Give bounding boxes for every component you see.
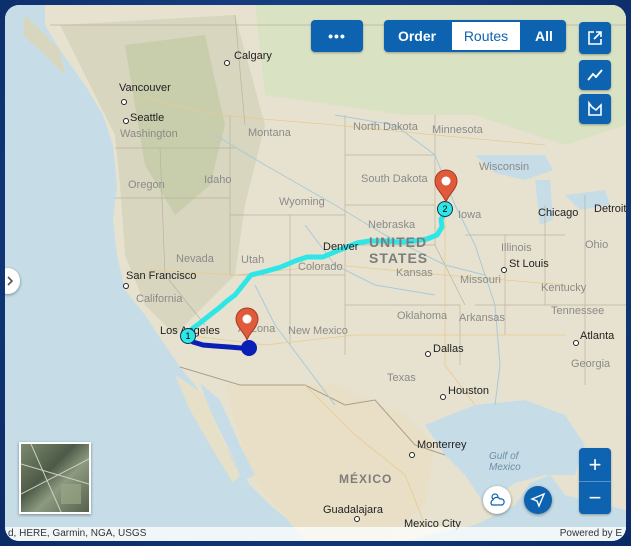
region-label: Georgia bbox=[571, 358, 611, 370]
city-dot bbox=[501, 267, 507, 273]
city-label: Houston bbox=[448, 385, 489, 397]
region-label: Wisconsin bbox=[479, 161, 530, 173]
area-chart-button[interactable] bbox=[579, 94, 611, 124]
city-label: Chicago bbox=[538, 207, 579, 219]
attribution-text: d, HERE, Garmin, NGA, USGS bbox=[8, 528, 147, 539]
zoom-control: + − bbox=[579, 448, 611, 514]
region-label: South Dakota bbox=[361, 173, 428, 185]
city-dot bbox=[224, 60, 230, 66]
region-label: Utah bbox=[241, 254, 265, 266]
region-label: Illinois bbox=[501, 242, 532, 254]
region-label: Montana bbox=[248, 127, 291, 139]
region-label: Missouri bbox=[460, 274, 501, 286]
more-options-button[interactable]: ••• bbox=[311, 20, 363, 52]
region-label: Tennessee bbox=[551, 305, 605, 317]
tab-all[interactable]: All bbox=[522, 20, 566, 52]
country-label-line: UNITED bbox=[369, 234, 428, 250]
weather-button[interactable] bbox=[483, 486, 511, 514]
city-dot bbox=[573, 340, 579, 346]
zoom-in-button[interactable]: + bbox=[579, 449, 611, 482]
cloud-sun-icon bbox=[490, 493, 505, 506]
region-label: Wyoming bbox=[279, 196, 325, 208]
city-dot bbox=[121, 99, 127, 105]
chevron-right-icon bbox=[7, 276, 14, 286]
tab-routes[interactable]: Routes bbox=[450, 20, 522, 52]
region-label: Iowa bbox=[458, 209, 482, 221]
trend-chart-button[interactable] bbox=[579, 60, 611, 90]
city-label: San Francisco bbox=[126, 270, 197, 282]
region-label: Nevada bbox=[176, 253, 214, 265]
region-label: California bbox=[136, 293, 183, 305]
region-label: Washington bbox=[120, 128, 178, 140]
stop-marker[interactable]: 1 bbox=[180, 328, 196, 344]
city-dot bbox=[123, 283, 129, 289]
city-dot bbox=[409, 452, 415, 458]
city-dot bbox=[440, 394, 446, 400]
navigation-arrow-icon bbox=[530, 492, 546, 508]
region-label: Idaho bbox=[204, 174, 232, 186]
basemap bbox=[5, 5, 626, 541]
city-label: Atlanta bbox=[580, 330, 615, 342]
water-label-line: Mexico bbox=[489, 462, 521, 473]
view-segmented-control: Order Routes All bbox=[384, 20, 566, 52]
external-link-icon bbox=[588, 31, 602, 45]
city-label: Detroit bbox=[594, 203, 626, 215]
pin-icon[interactable] bbox=[433, 169, 459, 203]
window-frame: Calgary Vancouver Seattle San Francisco … bbox=[0, 0, 631, 546]
city-label: St Louis bbox=[509, 258, 549, 270]
country-label-mexico: MÉXICO bbox=[339, 472, 393, 486]
tab-order[interactable]: Order bbox=[384, 20, 450, 52]
region-label: Arkansas bbox=[459, 312, 505, 324]
city-label: Dallas bbox=[433, 343, 464, 355]
water-label-line: Gulf of bbox=[489, 451, 519, 462]
region-label: Ohio bbox=[585, 239, 609, 251]
region-label: North Dakota bbox=[353, 121, 418, 133]
locate-button[interactable] bbox=[524, 486, 552, 514]
city-label: Vancouver bbox=[119, 82, 171, 94]
map-view[interactable]: Calgary Vancouver Seattle San Francisco … bbox=[5, 5, 626, 541]
city-dot bbox=[354, 516, 360, 522]
basemap-thumbnail[interactable] bbox=[19, 442, 91, 514]
powered-by-text[interactable]: Powered by E bbox=[560, 528, 622, 539]
stop-marker[interactable]: 2 bbox=[437, 201, 453, 217]
city-label: Denver bbox=[323, 241, 359, 253]
trend-line-icon bbox=[587, 69, 603, 81]
panel-toggle-handle[interactable] bbox=[5, 268, 20, 294]
country-label: UNITED STATES bbox=[369, 234, 428, 266]
region-label: Kentucky bbox=[541, 282, 587, 294]
pin-icon[interactable] bbox=[234, 307, 260, 341]
satellite-thumbnail bbox=[20, 443, 90, 513]
region-label: New Mexico bbox=[288, 325, 348, 337]
region-label: Oregon bbox=[128, 179, 165, 191]
city-dot bbox=[425, 351, 431, 357]
city-label: Seattle bbox=[130, 112, 165, 124]
city-label: Calgary bbox=[234, 50, 272, 62]
city-label: Guadalajara bbox=[323, 504, 383, 516]
zoom-out-button[interactable]: − bbox=[579, 482, 611, 514]
region-label: Texas bbox=[387, 372, 416, 384]
city-label: Monterrey bbox=[417, 439, 467, 451]
region-label: Minnesota bbox=[432, 124, 483, 136]
region-label: Colorado bbox=[298, 261, 343, 273]
region-label: Nebraska bbox=[368, 219, 416, 231]
region-label: Kansas bbox=[396, 267, 433, 279]
country-label-line: STATES bbox=[369, 250, 429, 266]
area-chart-icon bbox=[588, 100, 602, 116]
region-label: Oklahoma bbox=[397, 310, 448, 322]
export-button[interactable] bbox=[579, 22, 611, 54]
water-label: Gulf of Mexico bbox=[489, 451, 521, 473]
attribution-bar: d, HERE, Garmin, NGA, USGS Powered by E bbox=[5, 527, 626, 541]
city-dot bbox=[123, 118, 129, 124]
